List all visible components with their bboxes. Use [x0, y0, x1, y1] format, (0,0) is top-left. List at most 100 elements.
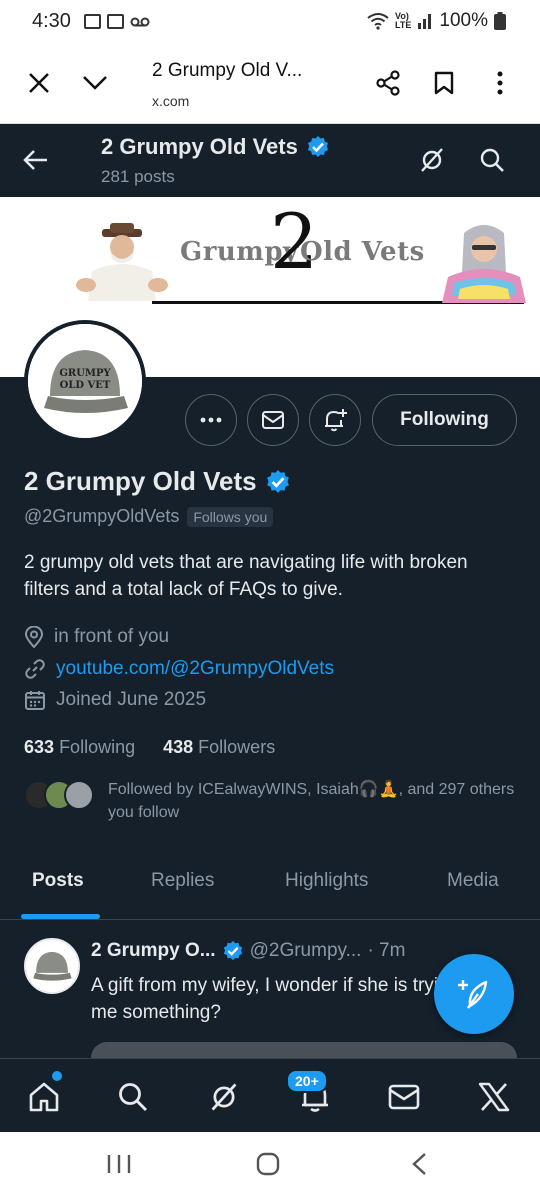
nav-search[interactable] [113, 1077, 153, 1117]
post-header: 2 Grumpy O... @2Grumpy... · 7m [91, 940, 405, 962]
volte-icon: Vo) LTE [395, 11, 412, 30]
nav-home[interactable] [24, 1077, 64, 1117]
search-icon [480, 148, 504, 172]
followed-by-text[interactable]: Followed by ICEalwayWINS, Isaiah🎧🧘, and … [108, 778, 528, 824]
active-tab-indicator [21, 914, 100, 919]
more-horizontal-icon [200, 417, 222, 423]
arrow-left-icon [23, 150, 47, 170]
tab-posts[interactable]: Posts [32, 870, 84, 892]
following-count: 633 [24, 737, 55, 757]
tab-media[interactable]: Media [447, 870, 499, 892]
signal-icon [418, 14, 432, 29]
notify-button[interactable] [309, 394, 361, 446]
recent-apps-button[interactable] [106, 1152, 132, 1181]
nav-x-premium[interactable] [474, 1077, 514, 1117]
profile-avatar[interactable]: GRUMPY OLD VET [24, 320, 146, 442]
home-button[interactable] [256, 1152, 280, 1181]
calendar-icon [25, 691, 45, 710]
profile-website[interactable]: youtube.com/@2GrumpyOldVets [24, 658, 334, 680]
status-time: 4:30 [32, 10, 71, 32]
compose-post-button[interactable] [434, 954, 514, 1034]
expand-button[interactable] [80, 68, 110, 98]
link-icon [25, 659, 45, 679]
profile-location: in front of you [24, 626, 169, 648]
website-link[interactable]: youtube.com/@2GrumpyOldVets [56, 658, 334, 680]
bell-plus-icon [325, 409, 347, 432]
chevron-down-icon [83, 76, 107, 90]
gallery-icon [84, 14, 101, 29]
battery-icon [494, 12, 506, 30]
following-button[interactable]: Following [372, 394, 517, 446]
more-vertical-icon [497, 71, 503, 95]
x-logo-icon [478, 1082, 510, 1112]
calendar-notif-icon [107, 14, 124, 29]
profile-bio: 2 grumpy old vets that are navigating li… [24, 552, 468, 600]
followers-stat[interactable]: 438 Followers [163, 737, 275, 758]
share-icon [376, 70, 400, 96]
following-stat[interactable]: 633 Following [24, 737, 135, 758]
back-button[interactable] [22, 146, 50, 179]
post-avatar[interactable] [24, 938, 80, 994]
browser-url[interactable]: x.com [152, 93, 189, 109]
tab-highlights[interactable]: Highlights [285, 870, 368, 892]
profile-header: 2 Grumpy Old Vets 281 posts [0, 124, 540, 197]
joined-text: Joined June 2025 [56, 689, 207, 710]
followed-by-avatars[interactable] [24, 780, 94, 812]
notifications-badge: 20+ [286, 1069, 328, 1093]
chevron-left-icon [412, 1153, 426, 1175]
verified-badge-icon [307, 136, 328, 157]
bookmark-button[interactable] [429, 68, 459, 98]
profile-joined: Joined June 2025 [24, 689, 206, 711]
tab-replies[interactable]: Replies [151, 870, 214, 892]
message-button[interactable] [247, 394, 299, 446]
nav-messages[interactable] [384, 1077, 424, 1117]
status-bar: 4:30 Vo) LTE 100% [0, 0, 540, 46]
header-name: 2 Grumpy Old Vets [101, 134, 330, 160]
search-button[interactable] [478, 146, 506, 179]
post-author-name[interactable]: 2 Grumpy O... [91, 940, 216, 962]
share-button[interactable] [373, 68, 403, 98]
wifi-icon [367, 13, 389, 30]
followers-count: 438 [163, 737, 194, 757]
android-nav-bar [0, 1132, 540, 1200]
nav-grok[interactable] [204, 1077, 244, 1117]
grok-button[interactable] [418, 146, 446, 179]
recent-apps-icon [107, 1155, 131, 1173]
profile-name-text: 2 Grumpy Old Vets [24, 466, 257, 496]
status-right: Vo) LTE 100% [367, 10, 506, 32]
mail-icon [388, 1084, 420, 1110]
profile-handle: @2GrumpyOldVets [24, 506, 180, 526]
grumpy-cap-icon: GRUMPY OLD VET [28, 324, 142, 438]
more-options-button[interactable] [185, 394, 237, 446]
cap-text-line2: OLD VET [60, 380, 111, 391]
post-time: · 7m [367, 940, 406, 961]
post-author-handle[interactable]: @2Grumpy... [250, 940, 362, 962]
profile-handle-row: @2GrumpyOldVets Follows you [24, 506, 274, 527]
profile-tabs: Posts Replies Highlights Media [0, 852, 540, 920]
browser-page-title[interactable]: 2 Grumpy Old V... [152, 60, 302, 82]
verified-badge-icon[interactable] [265, 469, 291, 495]
following-stat-label: Following [59, 737, 136, 757]
home-unread-dot [52, 1071, 62, 1081]
browser-bar: 2 Grumpy Old V... x.com [0, 46, 540, 124]
home-icon [29, 1082, 59, 1112]
grok-icon [211, 1083, 237, 1111]
location-pin-icon [24, 626, 44, 648]
follows-you-badge: Follows you [187, 506, 274, 527]
search-icon [119, 1083, 148, 1112]
mail-icon [262, 411, 284, 429]
header-name-text: 2 Grumpy Old Vets [101, 134, 298, 159]
follower-avatar [64, 780, 94, 810]
grok-icon [421, 148, 443, 172]
cartoon-woman-right-icon [442, 225, 526, 303]
banner-text-old-vets: Old Vets [300, 237, 425, 267]
close-tab-button[interactable] [24, 68, 54, 98]
grumpy-cap-icon [26, 940, 78, 992]
profile-name: 2 Grumpy Old Vets [24, 466, 291, 497]
location-text: in front of you [54, 626, 170, 647]
header-post-count: 281 posts [101, 167, 175, 186]
cartoon-man-left-icon [76, 223, 168, 301]
browser-menu-button[interactable] [485, 68, 515, 98]
cap-text-line1: GRUMPY [59, 368, 111, 379]
back-nav-button[interactable] [410, 1152, 428, 1181]
